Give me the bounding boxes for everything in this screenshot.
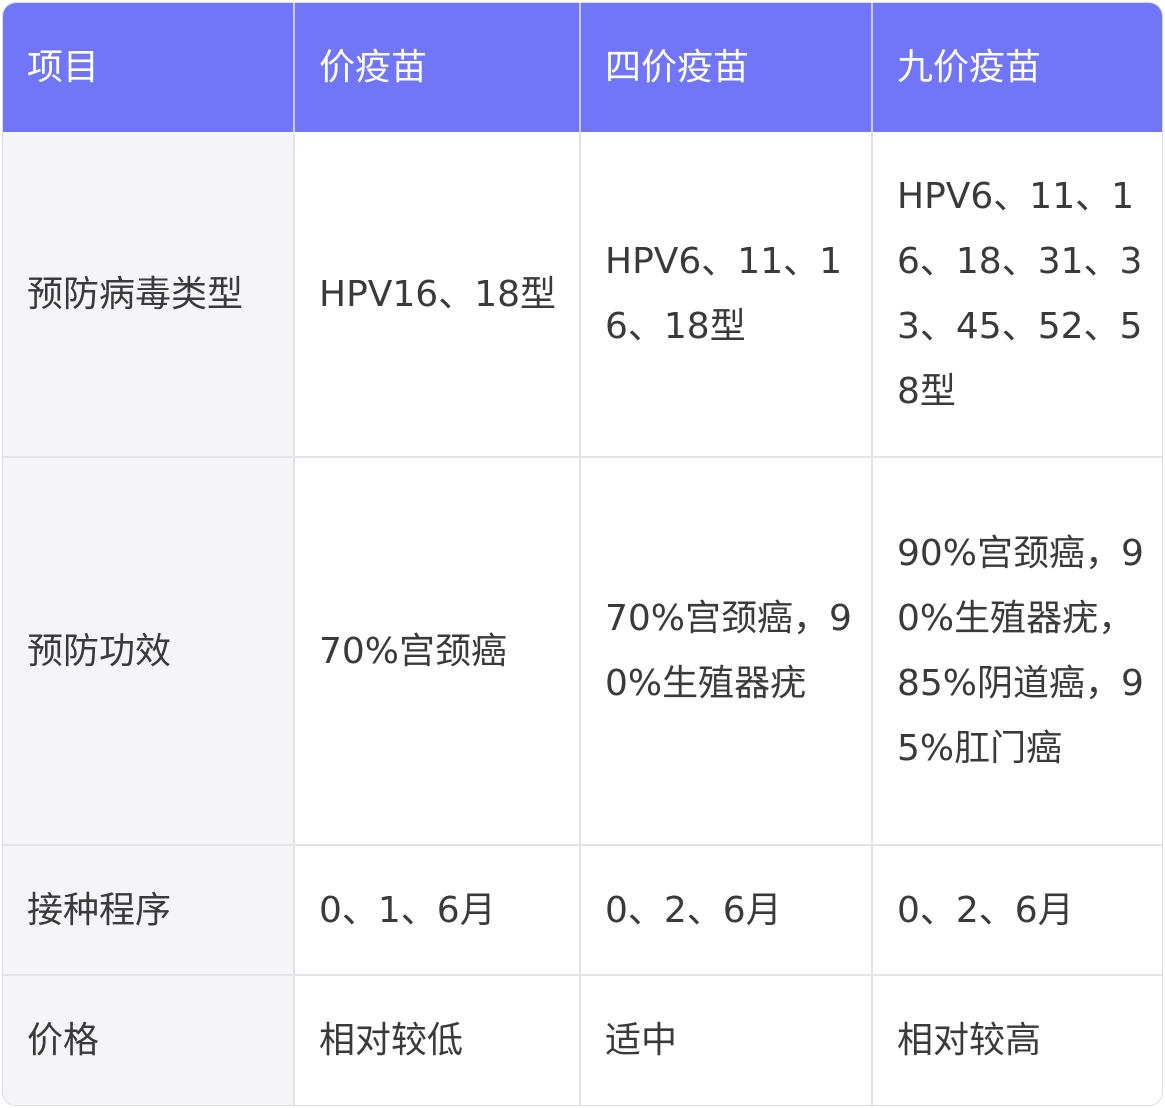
cell-nonavalent-schedule: 0、2、6月 (872, 845, 1162, 976)
vaccine-comparison-table-container: 项目 价疫苗 四价疫苗 九价疫苗 预防病毒类型 HPV16、18型 HPV6、1… (2, 2, 1163, 1106)
cell-bivalent-price: 相对较低 (294, 975, 581, 1105)
vaccine-comparison-table: 项目 价疫苗 四价疫苗 九价疫苗 预防病毒类型 HPV16、18型 HPV6、1… (3, 3, 1162, 1105)
cell-bivalent-virus-types: HPV16、18型 (294, 132, 581, 458)
cell-quadrivalent-schedule: 0、2、6月 (580, 845, 873, 976)
cell-nonavalent-virus-types: HPV6、11、16、18、31、33、45、52、58型 (872, 132, 1162, 458)
cell-nonavalent-efficacy: 90%宫颈癌，90%生殖器疣，85%阴道癌，95%肛门癌 (872, 457, 1162, 846)
header-row: 项目 价疫苗 四价疫苗 九价疫苗 (3, 3, 1162, 132)
row-label-virus-types: 预防病毒类型 (3, 132, 295, 458)
cell-quadrivalent-efficacy: 70%宫颈癌，90%生殖器疣 (580, 457, 873, 846)
row-label-schedule: 接种程序 (3, 845, 295, 976)
cell-quadrivalent-price: 适中 (580, 975, 873, 1105)
header-nonavalent: 九价疫苗 (872, 3, 1162, 132)
table-row: 预防病毒类型 HPV16、18型 HPV6、11、16、18型 HPV6、11、… (3, 132, 1162, 458)
cell-nonavalent-price: 相对较高 (897, 1020, 1042, 1061)
header-item: 项目 (3, 3, 295, 132)
table-header: 项目 价疫苗 四价疫苗 九价疫苗 (3, 3, 1162, 132)
table-row: 接种程序 0、1、6月 0、2、6月 0、2、6月 (3, 845, 1162, 976)
cell-quadrivalent-virus-types: HPV6、11、16、18型 (580, 132, 873, 458)
table-row: 价格 相对较低 适中 相对较高 (3, 975, 1162, 1105)
cell-bivalent-efficacy: 70%宫颈癌 (294, 457, 581, 846)
table-body: 预防病毒类型 HPV16、18型 HPV6、11、16、18型 HPV6、11、… (3, 132, 1162, 1105)
row-label-price: 价格 (3, 975, 295, 1105)
row-label-efficacy: 预防功效 (3, 457, 295, 846)
cell-bivalent-schedule: 0、1、6月 (294, 845, 581, 976)
header-quadrivalent: 四价疫苗 (580, 3, 873, 132)
table-row: 预防功效 70%宫颈癌 70%宫颈癌，90%生殖器疣 90%宫颈癌，90%生殖器… (3, 457, 1162, 846)
header-bivalent: 价疫苗 (294, 3, 581, 132)
